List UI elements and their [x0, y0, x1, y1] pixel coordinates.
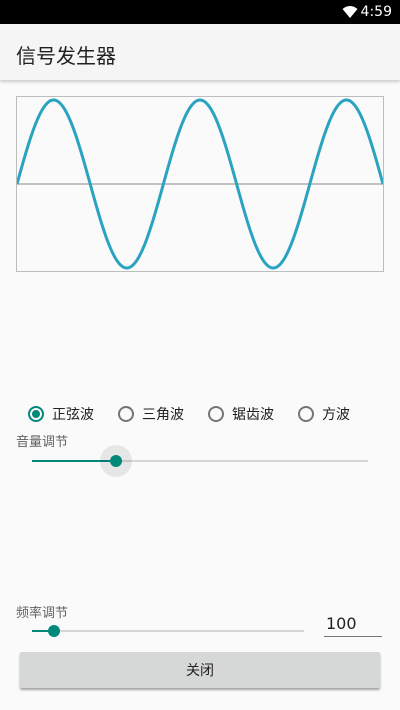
radio-circle: [118, 406, 134, 422]
page-title: 信号发生器: [16, 44, 116, 68]
radio-label: 方波: [322, 407, 350, 423]
radio-label: 正弦波: [52, 407, 94, 423]
radio-circle: [298, 406, 314, 422]
radio-circle: [28, 406, 44, 422]
close-button[interactable]: 关闭: [20, 652, 380, 688]
radio-circle: [208, 406, 224, 422]
radio-sawtooth[interactable]: 锯齿波: [208, 402, 274, 426]
frequency-input[interactable]: 100: [324, 612, 382, 637]
status-time: 4:59: [360, 4, 392, 20]
slider-thumb[interactable]: [110, 455, 122, 467]
radio-square[interactable]: 方波: [298, 402, 350, 426]
volume-slider[interactable]: [32, 445, 368, 477]
radio-triangle[interactable]: 三角波: [118, 402, 184, 426]
status-bar: 4:59: [0, 0, 400, 24]
waveform-chart: [17, 98, 383, 270]
frequency-slider[interactable]: [32, 619, 304, 643]
wave-type-radio-group: 正弦波 三角波 锯齿波 方波: [28, 402, 388, 426]
volume-label: 音量调节: [16, 435, 69, 450]
wifi-icon: [342, 6, 358, 18]
waveform-display: [16, 96, 384, 272]
radio-sine[interactable]: 正弦波: [28, 402, 94, 426]
slider-track: [32, 630, 304, 632]
radio-label: 锯齿波: [232, 407, 274, 423]
slider-thumb[interactable]: [48, 625, 60, 637]
app-bar: 信号发生器: [0, 24, 400, 80]
radio-label: 三角波: [142, 407, 184, 423]
